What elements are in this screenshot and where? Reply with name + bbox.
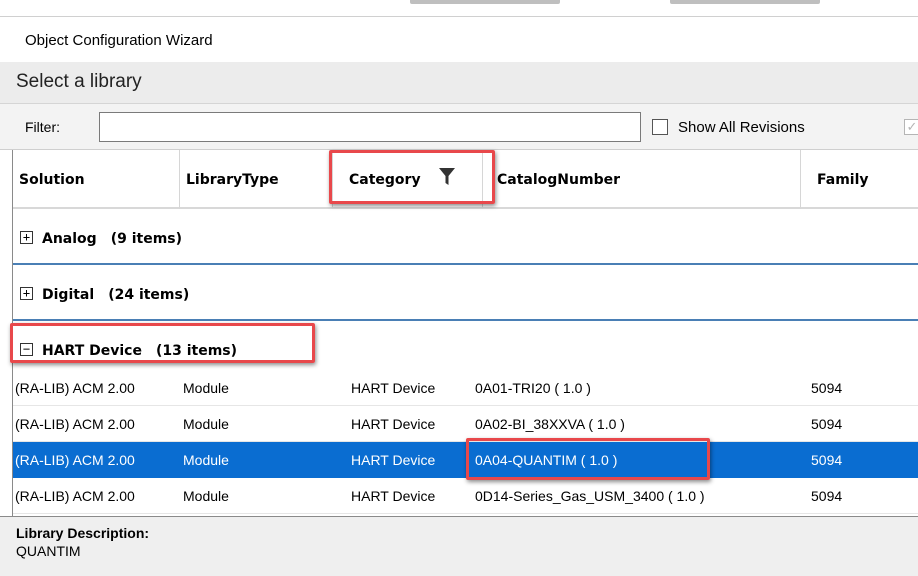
group-name: Analog — [42, 231, 97, 247]
section-header: Select a library — [0, 62, 918, 104]
table-row[interactable]: (RA-LIB) ACM 2.00 Module HART Device 0A0… — [13, 370, 918, 406]
column-header-category-label: Category — [349, 172, 421, 188]
group-label: Analog (9 items) — [42, 231, 182, 247]
table-row-selected[interactable]: (RA-LIB) ACM 2.00 Module HART Device 0A0… — [13, 442, 918, 478]
cell-librarytype: Module — [183, 380, 229, 396]
description-label: Library Description: — [16, 525, 150, 541]
partial-checkbox[interactable]: ✓ — [904, 119, 918, 135]
cell-librarytype: Module — [183, 488, 229, 504]
cell-family: 5094 — [811, 380, 843, 396]
cell-category: HART Device — [351, 488, 436, 504]
cell-catalognumber: 0A04-QUANTIM ( 1.0 ) — [475, 452, 618, 468]
filter-input[interactable] — [99, 112, 641, 142]
cell-solution: (RA-LIB) ACM 2.00 — [15, 488, 135, 504]
cell-catalognumber: 0A02-BI_38XXVA ( 1.0 ) — [475, 416, 625, 432]
cell-category: HART Device — [351, 380, 436, 396]
group-label: Digital (24 items) — [42, 287, 189, 303]
show-all-revisions-checkbox[interactable] — [652, 119, 668, 135]
description-value: QUANTIM — [16, 543, 81, 559]
filter-funnel-icon[interactable] — [439, 168, 455, 186]
background-window-strip — [0, 0, 918, 16]
column-header-solution[interactable]: Solution — [13, 150, 180, 209]
expand-icon[interactable]: + — [20, 231, 33, 244]
grid-header-row: Solution LibraryType Category CatalogNum… — [13, 150, 918, 209]
group-name: HART Device — [42, 343, 142, 359]
library-grid: Solution LibraryType Category CatalogNum… — [12, 150, 918, 516]
library-description-panel: Library Description: QUANTIM — [0, 516, 918, 576]
table-row[interactable]: (RA-LIB) ACM 2.00 Module HART Device 0A0… — [13, 406, 918, 442]
column-header-category[interactable]: Category — [333, 150, 483, 209]
group-row-analog[interactable]: + Analog (9 items) — [13, 209, 918, 265]
group-count: (24 items) — [108, 287, 190, 303]
group-count: (9 items) — [110, 231, 183, 247]
collapse-icon[interactable]: − — [20, 343, 33, 356]
cell-family: 5094 — [811, 488, 843, 504]
cell-category: HART Device — [351, 452, 436, 468]
cell-solution: (RA-LIB) ACM 2.00 — [15, 416, 135, 432]
cell-catalognumber: 0A01-TRI20 ( 1.0 ) — [475, 380, 591, 396]
table-row[interactable]: (RA-LIB) ACM 2.00 Module HART Device 0D1… — [13, 478, 918, 514]
cell-category: HART Device — [351, 416, 436, 432]
group-row-hart-device[interactable]: − HART Device (13 items) — [13, 321, 918, 377]
filter-bar: Filter: Show All Revisions ✓ — [0, 104, 918, 150]
column-header-catalognumber[interactable]: CatalogNumber — [483, 150, 801, 209]
window-title-bar: Object Configuration Wizard — [0, 16, 918, 62]
group-row-digital[interactable]: + Digital (24 items) — [13, 265, 918, 321]
cell-family: 5094 — [811, 452, 843, 468]
cell-librarytype: Module — [183, 452, 229, 468]
filter-label: Filter: — [25, 119, 60, 135]
cell-librarytype: Module — [183, 416, 229, 432]
section-heading: Select a library — [16, 71, 142, 92]
column-header-librarytype[interactable]: LibraryType — [180, 150, 333, 209]
expand-icon[interactable]: + — [20, 287, 33, 300]
cell-solution: (RA-LIB) ACM 2.00 — [15, 452, 135, 468]
show-all-revisions-label: Show All Revisions — [678, 119, 805, 136]
window-title: Object Configuration Wizard — [25, 32, 213, 49]
cell-solution: (RA-LIB) ACM 2.00 — [15, 380, 135, 396]
group-name: Digital — [42, 287, 95, 303]
cell-family: 5094 — [811, 416, 843, 432]
group-label: HART Device (13 items) — [42, 343, 237, 359]
column-header-family[interactable]: Family — [801, 150, 918, 209]
group-count: (13 items) — [155, 343, 238, 359]
cell-catalognumber: 0D14-Series_Gas_USM_3400 ( 1.0 ) — [475, 488, 705, 504]
